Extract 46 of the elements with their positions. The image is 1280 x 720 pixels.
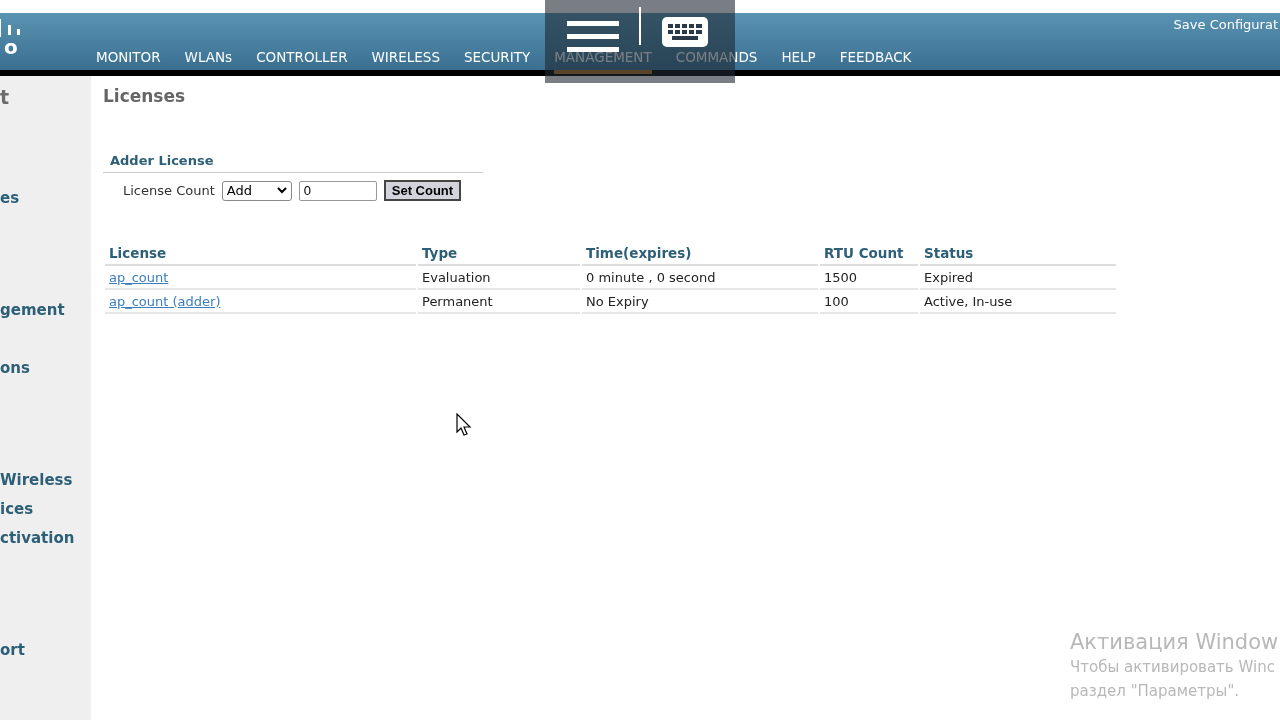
- nav-tab[interactable]: MONITOR: [96, 49, 161, 65]
- activation-text: Чтобы активировать Winc: [1070, 657, 1276, 678]
- nav-tab[interactable]: HELP: [781, 49, 816, 65]
- table-cell: Expired: [924, 270, 974, 285]
- save-configuration-link[interactable]: Save Configurat: [1173, 17, 1278, 32]
- column-header: License: [109, 245, 167, 261]
- menu-icon[interactable]: [567, 18, 619, 53]
- column-header: Status: [924, 245, 974, 261]
- logo-bars-icon: [0, 17, 22, 37]
- field-label: License Count: [123, 183, 215, 198]
- nav-tab[interactable]: FEEDBACK: [839, 49, 912, 65]
- nav-tab[interactable]: WLANs: [184, 49, 233, 65]
- column-header: Type: [422, 245, 458, 261]
- sidebar-item[interactable]: ices: [0, 499, 34, 519]
- count-field[interactable]: 0: [298, 180, 377, 201]
- sidebar-item[interactable]: ort: [0, 640, 25, 660]
- chevron-icon: [276, 187, 287, 194]
- nav-tab[interactable]: CONTROLLER: [256, 49, 348, 65]
- sidebar-item[interactable]: es: [0, 188, 20, 208]
- sidebar-item[interactable]: ons: [0, 358, 30, 378]
- logo-text: o: [4, 37, 19, 57]
- set-count-button[interactable]: Set Count: [383, 180, 462, 201]
- table-cell: 0 minute , 0 second: [586, 270, 716, 285]
- table-cell: Evaluation: [422, 270, 491, 285]
- table-cell: 1500: [824, 270, 858, 285]
- column-header: RTU Count: [824, 245, 904, 261]
- column-header: Time(expires): [586, 245, 692, 261]
- sidebar-item[interactable]: ctivation: [0, 528, 75, 548]
- license-link[interactable]: ap_count: [109, 270, 169, 285]
- nav-tab[interactable]: WIRELESS: [371, 49, 440, 65]
- page-title: Licenses: [103, 86, 187, 106]
- sidebar-item[interactable]: Wireless: [0, 470, 73, 490]
- license-link[interactable]: ap_count (adder): [109, 294, 221, 309]
- cursor-icon: [456, 413, 472, 437]
- table-cell: No Expiry: [586, 294, 649, 309]
- sidebar-item[interactable]: gement: [0, 300, 65, 320]
- sidebar-title: t: [0, 86, 10, 108]
- keyboard-icon[interactable]: [661, 15, 709, 48]
- table-cell: 100: [824, 294, 849, 309]
- activation-title: Активация Window: [1070, 629, 1279, 655]
- activation-text: раздел "Параметры".: [1070, 681, 1241, 702]
- table-cell: Permanent: [422, 294, 493, 309]
- table-cell: Active, In-use: [924, 294, 1013, 309]
- nav-tab[interactable]: SECURITY: [463, 49, 531, 65]
- section-title: Adder License: [103, 153, 483, 173]
- mode-select[interactable]: Add: [221, 180, 292, 201]
